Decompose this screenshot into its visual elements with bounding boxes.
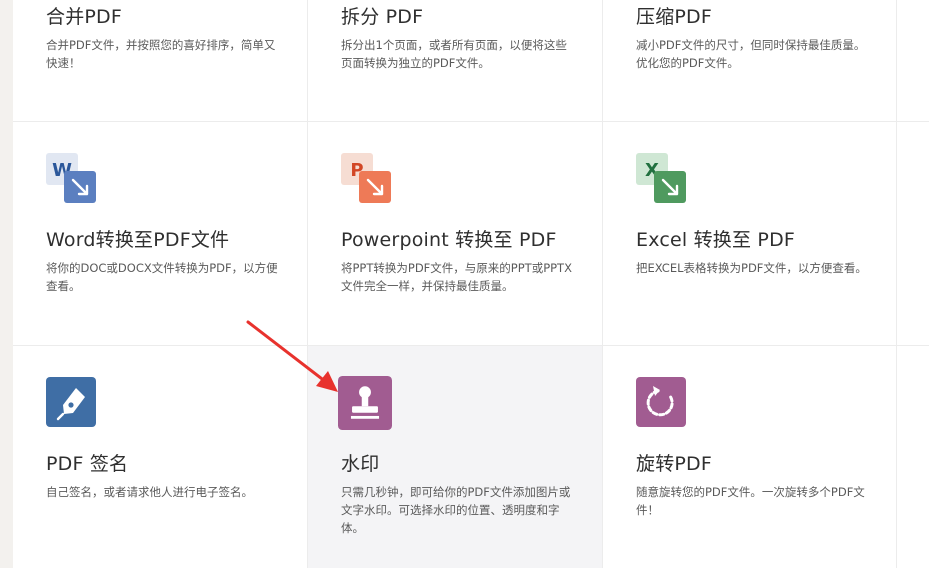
tool-description: 拆分出1个页面，或者所有页面，以便将这些页面转换为独立的PDF文件。 [341,38,567,70]
tool-title: 合并PDF [46,6,123,28]
tools-grid: 合并PDF 合并PDF文件，并按照您的喜好排序，简单又快速！ 拆分 PDF 拆分… [13,0,929,568]
tool-description: 自己签名，或者请求他人进行电子签名。 [46,485,253,499]
tool-title: 旋转PDF [636,453,713,475]
tool-description: 合并PDF文件，并按照您的喜好排序，简单又快速！ [46,38,276,70]
tool-card-watermark[interactable]: 水印 只需几秒钟，即可给你的PDF文件添加图片或文字水印。可选择水印的位置、透明… [308,346,603,568]
tool-card-powerpoint-to-pdf[interactable]: P Powerpoint 转换至 PDF 将PPT转换为PDF文件，与原来的PP… [308,122,603,346]
tool-card-split-pdf[interactable]: 拆分 PDF 拆分出1个页面，或者所有页面，以便将这些页面转换为独立的PDF文件… [308,0,603,122]
tool-title: 拆分 PDF [341,6,424,28]
tool-description: 减小PDF文件的尺寸，但同时保持最佳质量。优化您的PDF文件。 [636,38,866,70]
tool-card-word-to-pdf[interactable]: W Word转换至PDF文件 将你的DOC或DOCX文件转换为PDF，以方便查看… [13,122,308,346]
tool-description: 将PPT转换为PDF文件，与原来的PPT或PPTX文件完全一样，并保持最佳质量。 [341,261,572,293]
tool-title: 压缩PDF [636,6,713,28]
tool-card-partial [897,0,929,122]
tool-card-partial [897,122,929,346]
tool-card-rotate-pdf[interactable]: 旋转PDF 随意旋转您的PDF文件。一次旋转多个PDF文件！ [603,346,897,568]
tool-title: 水印 [341,453,380,475]
tool-title: PDF 签名 [46,453,129,475]
tool-description: 只需几秒钟，即可给你的PDF文件添加图片或文字水印。可选择水印的位置、透明度和字… [341,485,571,535]
excel-to-pdf-icon: X [636,153,686,203]
rotate-icon [636,377,686,427]
tool-title: Excel 转换至 PDF [636,229,796,251]
tool-card-pdf-sign[interactable]: PDF 签名 自己签名，或者请求他人进行电子签名。 [13,346,308,568]
tool-title: Word转换至PDF文件 [46,229,230,251]
word-to-pdf-icon: W [46,153,96,203]
tool-description: 把EXCEL表格转换为PDF文件，以方便查看。 [636,261,867,275]
tool-title: Powerpoint 转换至 PDF [341,229,557,251]
tool-card-compress-pdf[interactable]: 压缩PDF 减小PDF文件的尺寸，但同时保持最佳质量。优化您的PDF文件。 [603,0,897,122]
pen-sign-icon [46,377,96,427]
tool-card-partial [897,346,929,568]
tool-card-excel-to-pdf[interactable]: X Excel 转换至 PDF 把EXCEL表格转换为PDF文件，以方便查看。 [603,122,897,346]
tool-description: 将你的DOC或DOCX文件转换为PDF，以方便查看。 [46,261,278,293]
tool-card-merge-pdf[interactable]: 合并PDF 合并PDF文件，并按照您的喜好排序，简单又快速！ [13,0,308,122]
stamp-watermark-icon [338,376,392,430]
powerpoint-to-pdf-icon: P [341,153,391,203]
tool-description: 随意旋转您的PDF文件。一次旋转多个PDF文件！ [636,485,865,517]
